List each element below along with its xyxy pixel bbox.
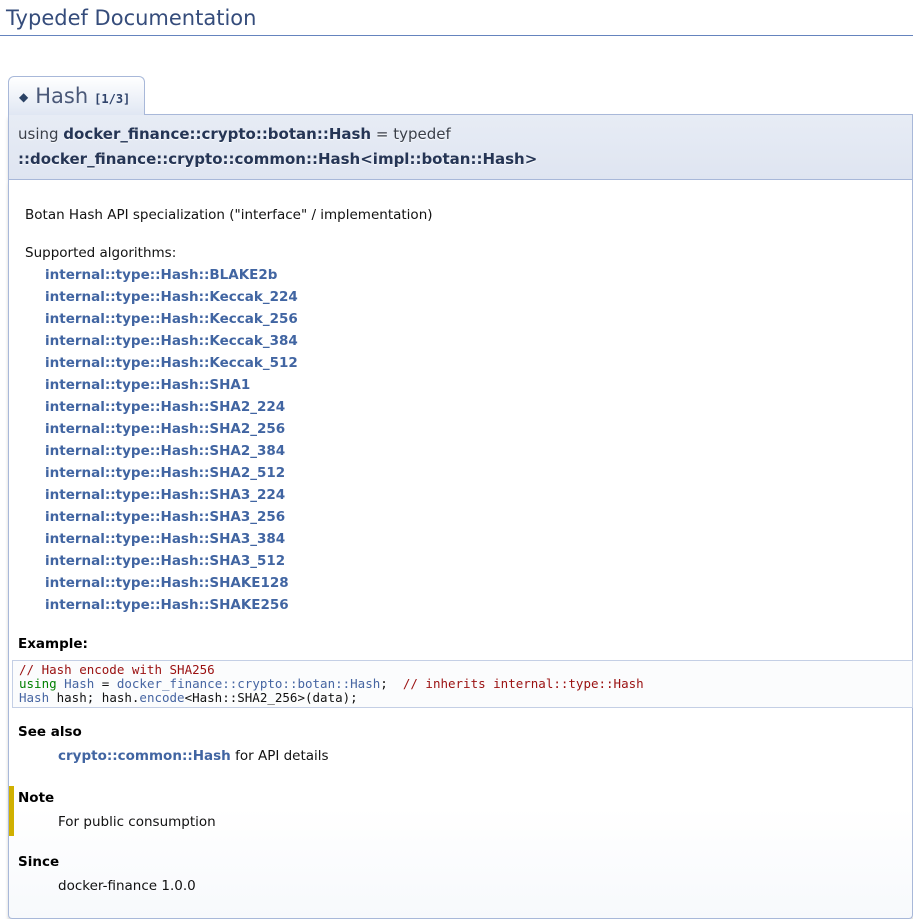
algorithm-row: internal::type::Hash::SHA2_224	[25, 396, 902, 418]
member-description: Botan Hash API specialization ("interfac…	[25, 204, 902, 226]
code-link[interactable]: Hash	[19, 690, 49, 705]
code-line: Hash hash; hash.encode<Hash::SHA2_256>(d…	[19, 691, 906, 705]
algorithm-row: internal::type::Hash::SHAKE128	[25, 572, 902, 594]
algorithm-row: internal::type::Hash::SHA2_512	[25, 462, 902, 484]
code-link[interactable]: Hash	[64, 676, 94, 691]
algorithm-link[interactable]: internal::type::Hash::SHA2_512	[45, 465, 285, 481]
member-doc: Botan Hash API specialization ("interfac…	[8, 180, 913, 919]
note-section: Note For public consumption	[9, 786, 902, 836]
see-also-entry: crypto::common::Hash for API details	[58, 746, 902, 766]
algorithm-link[interactable]: internal::type::Hash::BLAKE2b	[45, 267, 277, 283]
example-code-block: // Hash encode with SHA256using Hash = d…	[12, 660, 913, 708]
algorithm-row: internal::type::Hash::SHA1	[25, 374, 902, 396]
code-link[interactable]: encode	[139, 690, 184, 705]
algorithm-row: internal::type::Hash::Keccak_384	[25, 330, 902, 352]
declaration-name: docker_finance::crypto::botan::Hash	[63, 125, 371, 143]
declaration-equals: = typedef	[371, 125, 451, 143]
declaration-keyword: using	[18, 125, 63, 143]
code-token-plain: hash; hash.	[49, 690, 139, 705]
algorithm-row: internal::type::Hash::BLAKE2b	[25, 264, 902, 286]
algorithm-link[interactable]: internal::type::Hash::SHA2_384	[45, 443, 285, 459]
algorithm-row: internal::type::Hash::Keccak_256	[25, 308, 902, 330]
code-token-comment: // inherits internal::type::Hash	[403, 676, 644, 691]
see-also-section: See also crypto::common::Hash for API de…	[18, 722, 902, 766]
code-line: // Hash encode with SHA256	[19, 663, 906, 677]
example-label: Example:	[18, 634, 902, 654]
algorithm-link[interactable]: internal::type::Hash::SHA3_384	[45, 531, 285, 547]
algorithm-row: internal::type::Hash::SHA2_384	[25, 440, 902, 462]
example-section: Example:	[18, 634, 902, 654]
algorithm-row: internal::type::Hash::Keccak_224	[25, 286, 902, 308]
code-token-keyword: using	[19, 676, 57, 691]
algorithm-link[interactable]: internal::type::Hash::SHA1	[45, 377, 250, 393]
since-text: docker-finance 1.0.0	[58, 876, 902, 896]
algorithm-row: internal::type::Hash::SHAKE256	[25, 594, 902, 616]
algorithm-link[interactable]: internal::type::Hash::SHA2_224	[45, 399, 285, 415]
member-item: ◆Hash[1/3] using docker_finance::crypto:…	[8, 76, 913, 919]
algorithm-link[interactable]: internal::type::Hash::Keccak_256	[45, 311, 298, 327]
algorithm-row: internal::type::Hash::SHA3_384	[25, 528, 902, 550]
algorithm-row: internal::type::Hash::Keccak_512	[25, 352, 902, 374]
see-also-text: for API details	[231, 748, 329, 764]
code-token-comment: // Hash encode with SHA256	[19, 662, 215, 677]
algorithm-link[interactable]: internal::type::Hash::SHA3_224	[45, 487, 285, 503]
algorithm-list: internal::type::Hash::BLAKE2binternal::t…	[25, 264, 902, 616]
algorithm-row: internal::type::Hash::SHA3_256	[25, 506, 902, 528]
member-title: Hash	[35, 84, 88, 108]
algorithm-link[interactable]: internal::type::Hash::Keccak_224	[45, 289, 298, 305]
code-link[interactable]: docker_finance::crypto::botan::Hash	[117, 676, 380, 691]
note-text: For public consumption	[58, 812, 902, 832]
member-tab: ◆ Hash [1/3]	[8, 76, 145, 115]
algorithm-link[interactable]: internal::type::Hash::Keccak_384	[45, 333, 298, 349]
code-line: using Hash = docker_finance::crypto::bot…	[19, 677, 906, 691]
algorithm-link[interactable]: internal::type::Hash::SHAKE128	[45, 575, 289, 591]
see-also-label: See also	[18, 722, 902, 742]
algorithm-link[interactable]: internal::type::Hash::SHA3_512	[45, 553, 285, 569]
page-title: Typedef Documentation	[0, 2, 913, 36]
algorithm-row: internal::type::Hash::SHA3_224	[25, 484, 902, 506]
since-label: Since	[18, 852, 902, 872]
algorithm-link[interactable]: internal::type::Hash::Keccak_512	[45, 355, 298, 371]
note-label: Note	[18, 788, 902, 808]
supported-algorithms-heading: Supported algorithms:	[25, 242, 902, 264]
see-also-link[interactable]: crypto::common::Hash	[58, 748, 231, 764]
code-token-plain: =	[94, 676, 117, 691]
declaration-target: ::docker_finance::crypto::common::Hash<i…	[18, 150, 537, 168]
algorithm-row: internal::type::Hash::SHA2_256	[25, 418, 902, 440]
code-token-plain: <Hash::SHA2_256>(data);	[185, 690, 358, 705]
member-declaration: using docker_finance::crypto::botan::Has…	[8, 114, 913, 180]
algorithm-link[interactable]: internal::type::Hash::SHA3_256	[45, 509, 285, 525]
since-section: Since docker-finance 1.0.0	[18, 852, 902, 896]
algorithm-link[interactable]: internal::type::Hash::SHAKE256	[45, 597, 289, 613]
algorithm-link[interactable]: internal::type::Hash::SHA2_256	[45, 421, 285, 437]
anchor-diamond-icon[interactable]: ◆	[19, 90, 28, 104]
code-token-plain: ;	[380, 676, 403, 691]
algorithm-row: internal::type::Hash::SHA3_512	[25, 550, 902, 572]
member-overload-badge: [1/3]	[94, 92, 130, 106]
